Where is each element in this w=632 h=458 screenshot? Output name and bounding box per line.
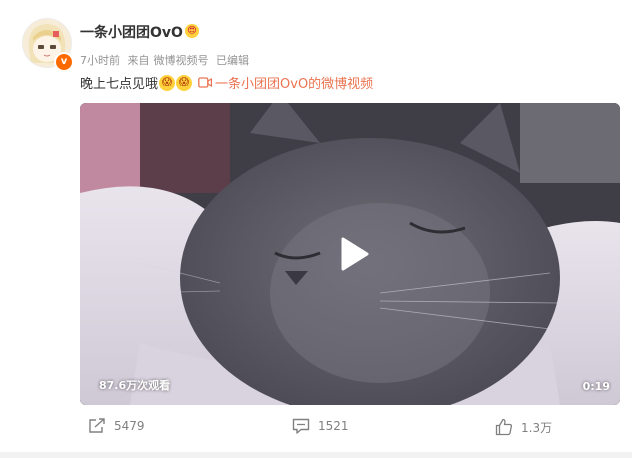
verified-badge-icon: v <box>54 52 74 72</box>
video-link-text: 一条小团团OvO的微博视频 <box>215 77 374 92</box>
video-link[interactable]: 一条小团团OvO的微博视频 <box>198 73 373 92</box>
source-prefix: 来自 <box>127 54 150 67</box>
comment-icon <box>292 418 310 434</box>
post-meta: 7小时前 来自 微博视频号 已编辑 <box>80 52 253 68</box>
emoji-icon: 😱 <box>176 74 193 91</box>
like-count: 1.3万 <box>521 420 553 435</box>
repost-count: 5479 <box>114 419 145 433</box>
edited-label: 已编辑 <box>216 54 249 67</box>
like-button[interactable]: 1.3万 <box>495 418 552 436</box>
username[interactable]: 一条小团团OvO <box>80 22 183 42</box>
video-duration: 0:19 <box>582 380 610 393</box>
repost-button[interactable]: 5479 <box>88 418 145 434</box>
divider <box>0 452 632 458</box>
repost-icon <box>89 418 105 433</box>
video-player[interactable]: 87.6万次观看 0:19 <box>80 103 620 405</box>
like-icon <box>495 418 513 436</box>
emoji-icon: 😱 <box>159 74 176 91</box>
post-source[interactable]: 微博视频号 <box>154 54 209 67</box>
post-text: 晚上七点见哦 😱 😱 一条小团团OvO的微博视频 <box>80 73 373 92</box>
post-time[interactable]: 7小时前 <box>80 54 120 67</box>
comment-button[interactable]: 1521 <box>292 418 349 434</box>
action-bar: 5479 1521 1.3万 <box>0 418 632 448</box>
play-icon[interactable] <box>332 234 372 274</box>
comment-count: 1521 <box>318 419 349 433</box>
view-count: 87.6万次观看 <box>99 379 171 392</box>
emoji-icon: 😍 <box>185 24 199 38</box>
video-camera-icon <box>198 77 213 88</box>
post-text-body: 晚上七点见哦 <box>80 77 159 92</box>
